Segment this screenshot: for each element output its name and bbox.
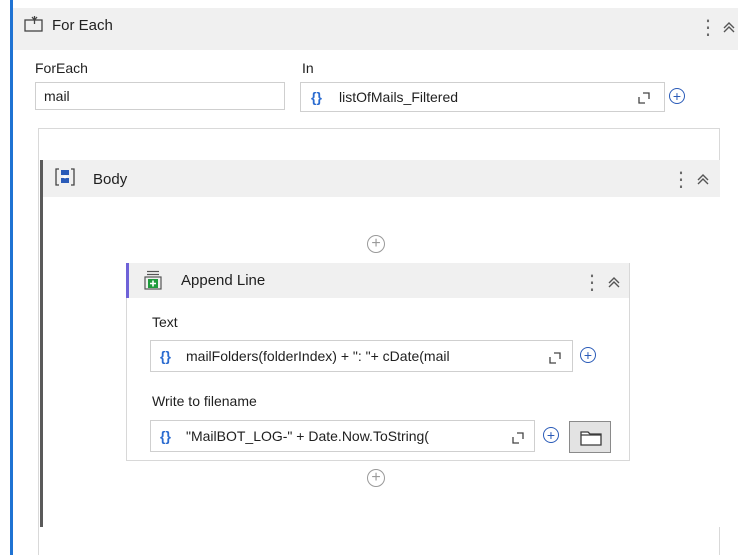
- body-collapse-icon[interactable]: [696, 172, 710, 191]
- expand-editor-icon[interactable]: [638, 91, 650, 107]
- insert-activity-above-button[interactable]: +: [367, 235, 385, 253]
- in-label: In: [302, 60, 314, 76]
- foreach-item-value: mail: [44, 88, 70, 104]
- expand-editor-icon[interactable]: [512, 431, 524, 447]
- text-add-button[interactable]: +: [580, 347, 596, 363]
- text-expression-field[interactable]: {} mailFolders(folderIndex) + ": "+ cDat…: [150, 340, 573, 372]
- append-line-menu-icon[interactable]: ⋮: [582, 273, 602, 293]
- foreach-item-label: ForEach: [35, 60, 88, 76]
- foreach-item-input[interactable]: mail: [35, 82, 285, 110]
- append-line-accent-bar: [126, 263, 129, 298]
- append-line-collapse-icon[interactable]: [607, 275, 621, 294]
- body-menu-icon[interactable]: ⋮: [671, 170, 691, 190]
- in-expression-field[interactable]: {} listOfMails_Filtered: [300, 82, 665, 112]
- append-line-icon: [143, 270, 163, 295]
- for-each-icon: [24, 16, 44, 37]
- filename-label: Write to filename: [152, 393, 257, 409]
- body-header[interactable]: [43, 160, 720, 197]
- append-line-title: Append Line: [181, 272, 266, 289]
- expression-brace-icon: {}: [160, 348, 171, 364]
- browse-file-button[interactable]: [569, 421, 611, 453]
- filename-expression-field[interactable]: {} "MailBOT_LOG-" + Date.Now.ToString(: [150, 420, 535, 452]
- insert-activity-below-button[interactable]: +: [367, 469, 385, 487]
- for-each-accent-bar: [10, 0, 13, 555]
- for-each-header[interactable]: [13, 8, 738, 50]
- text-label: Text: [152, 314, 178, 330]
- expression-brace-icon: {}: [160, 428, 171, 444]
- expression-brace-icon: {}: [311, 89, 322, 105]
- filename-add-button[interactable]: +: [543, 427, 559, 443]
- body-sequence-icon: [54, 167, 76, 192]
- for-each-collapse-icon[interactable]: [722, 20, 736, 39]
- for-each-menu-icon[interactable]: ⋮: [698, 18, 718, 38]
- in-add-button[interactable]: +: [669, 88, 685, 104]
- folder-icon: [580, 429, 602, 451]
- body-title: Body: [93, 171, 128, 188]
- expand-editor-icon[interactable]: [549, 351, 561, 367]
- text-expression-value: mailFolders(folderIndex) + ": "+ cDate(m…: [186, 348, 450, 364]
- filename-expression-value: "MailBOT_LOG-" + Date.Now.ToString(: [186, 428, 429, 444]
- in-expression-value: listOfMails_Filtered: [339, 89, 459, 105]
- for-each-title: For Each: [52, 17, 113, 34]
